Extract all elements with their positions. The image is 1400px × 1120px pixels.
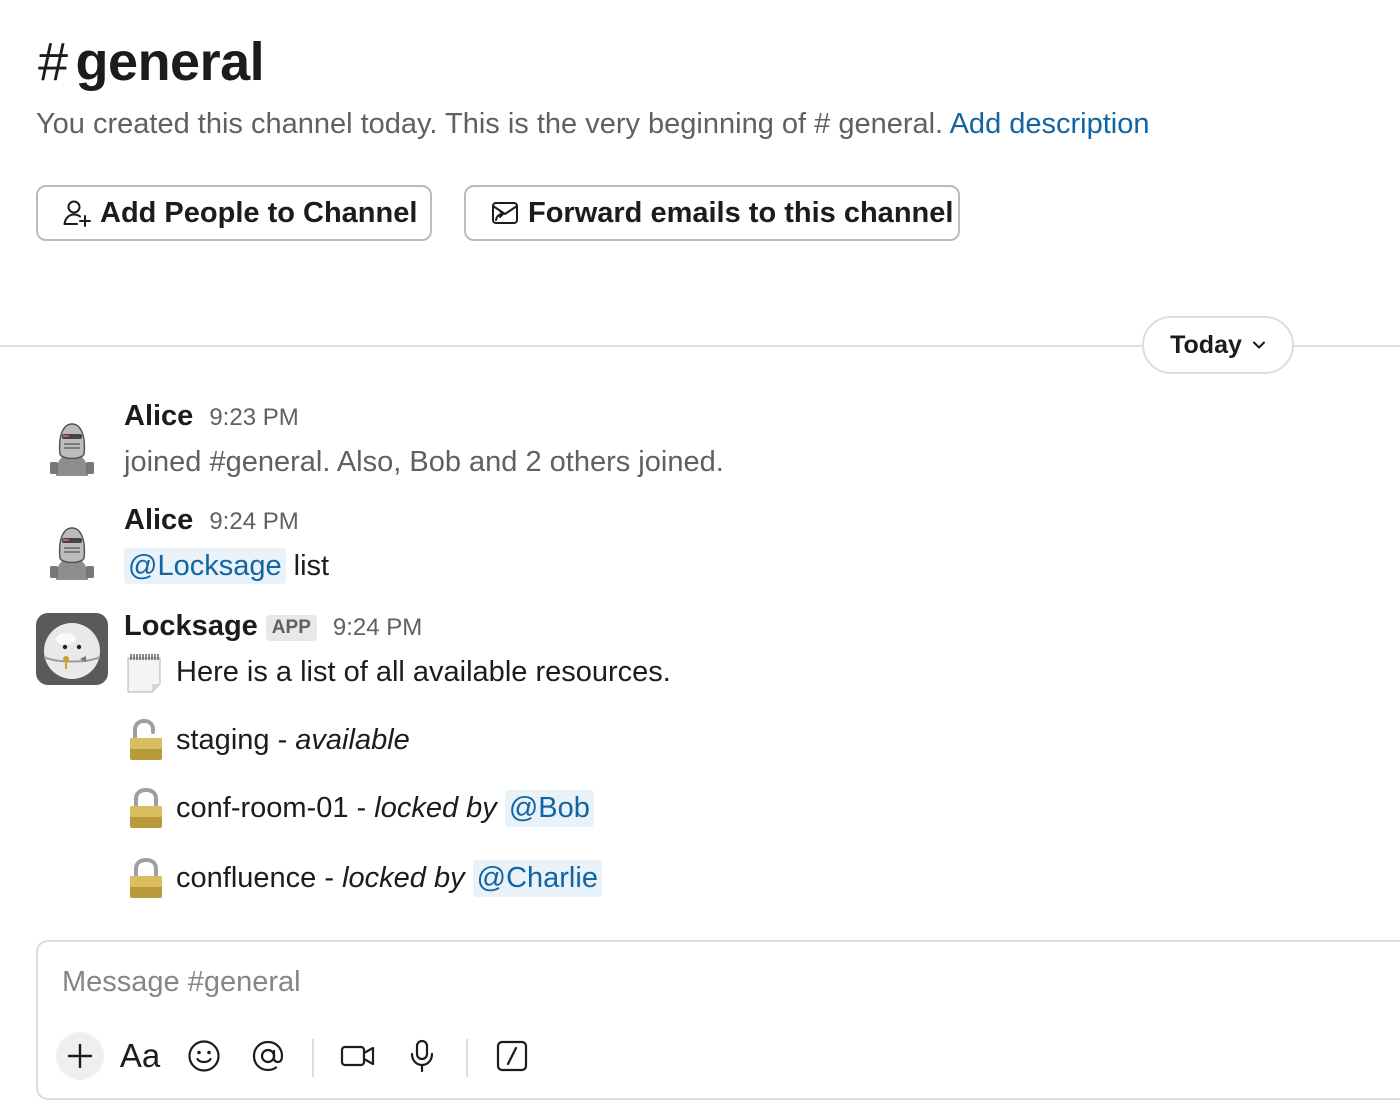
resource-list-intro: Here is a list of all available resource… [124, 648, 671, 696]
message-time[interactable]: 9:24 PM [333, 614, 422, 642]
mention-locksage[interactable]: @Locksage [124, 548, 286, 584]
forward-emails-label: Forward emails to this channel [528, 196, 954, 229]
plus-icon [67, 1043, 93, 1069]
channel-intro: You created this channel today. This is … [36, 104, 1150, 144]
resource-status: locked by [342, 861, 465, 894]
message-body: list [293, 550, 330, 582]
toolbar-divider [312, 1039, 314, 1077]
slash-command-icon [496, 1040, 528, 1072]
resource-name: conf-room-01 [176, 791, 349, 824]
formatting-button[interactable]: Aa [116, 1032, 164, 1080]
video-camera-icon [340, 1045, 375, 1067]
resource-separator: - [348, 791, 375, 824]
attach-button[interactable] [56, 1032, 104, 1080]
sender-name[interactable]: Alice [124, 400, 193, 433]
message-header: Locksage APP 9:24 PM [124, 610, 422, 643]
avatar[interactable] [36, 508, 108, 580]
message-time[interactable]: 9:23 PM [209, 404, 298, 432]
forward-emails-button[interactable]: Forward emails to this channel [464, 185, 960, 241]
resource-item: staging - available [124, 716, 410, 764]
date-label: Today [1170, 330, 1242, 359]
locked-padlock-icon [130, 857, 162, 898]
app-avatar[interactable] [36, 613, 108, 685]
toolbar-divider [466, 1039, 468, 1077]
message-text: @Locksage list [124, 546, 329, 586]
app-badge: APP [265, 615, 317, 641]
at-sign-icon [252, 1040, 284, 1072]
date-jump-button[interactable]: Today [1142, 316, 1294, 374]
audio-clip-button[interactable] [398, 1032, 446, 1080]
resource-separator: - [269, 723, 296, 756]
add-people-button[interactable]: Add People to Channel [36, 185, 432, 241]
message-input[interactable] [62, 960, 1262, 1004]
locked-padlock-icon [130, 787, 162, 828]
shortcuts-button[interactable] [488, 1032, 536, 1080]
add-people-label: Add People to Channel [100, 196, 418, 229]
mention-charlie[interactable]: @Charlie [472, 859, 602, 897]
resource-name: confluence [176, 861, 317, 894]
formatting-label: Aa [119, 1037, 161, 1074]
mention-bob[interactable]: @Bob [504, 789, 594, 827]
microphone-icon [410, 1039, 434, 1073]
resource-separator: - [316, 861, 343, 894]
channel-hash: # [38, 32, 68, 92]
emoji-button[interactable] [180, 1032, 228, 1080]
resource-status: available [295, 723, 410, 756]
message-composer: Aa [36, 940, 1400, 1100]
resource-name: staging [176, 723, 270, 756]
sender-name[interactable]: Alice [124, 504, 193, 537]
mention-button[interactable] [244, 1032, 292, 1080]
resource-list-intro-text: Here is a list of all available resource… [176, 655, 671, 688]
channel-title: # general [38, 26, 265, 98]
intro-text: You created this channel today. This is … [36, 108, 944, 140]
message-time[interactable]: 9:24 PM [209, 508, 298, 536]
resource-status: locked by [374, 791, 497, 824]
sender-name[interactable]: Locksage [124, 610, 258, 643]
user-plus-icon [63, 200, 91, 227]
chevron-down-icon [1252, 341, 1265, 349]
emoji-icon [188, 1040, 220, 1072]
avatar[interactable] [36, 404, 108, 476]
email-forward-icon [492, 202, 518, 224]
add-description-link[interactable]: Add description [950, 108, 1150, 140]
message-text: joined #general. Also, Bob and 2 others … [124, 446, 724, 478]
video-clip-button[interactable] [334, 1032, 382, 1080]
channel-name: general [75, 32, 265, 92]
resource-item: confluence - locked by @Charlie [124, 854, 602, 902]
channel-page: # general You created this channel today.… [0, 0, 1400, 1120]
spiral-notepad-icon [127, 654, 161, 693]
message-header: Alice 9:23 PM [124, 400, 299, 433]
unlocked-padlock-icon [130, 718, 162, 760]
resource-item: conf-room-01 - locked by @Bob [124, 784, 594, 832]
message-header: Alice 9:24 PM [124, 504, 299, 537]
